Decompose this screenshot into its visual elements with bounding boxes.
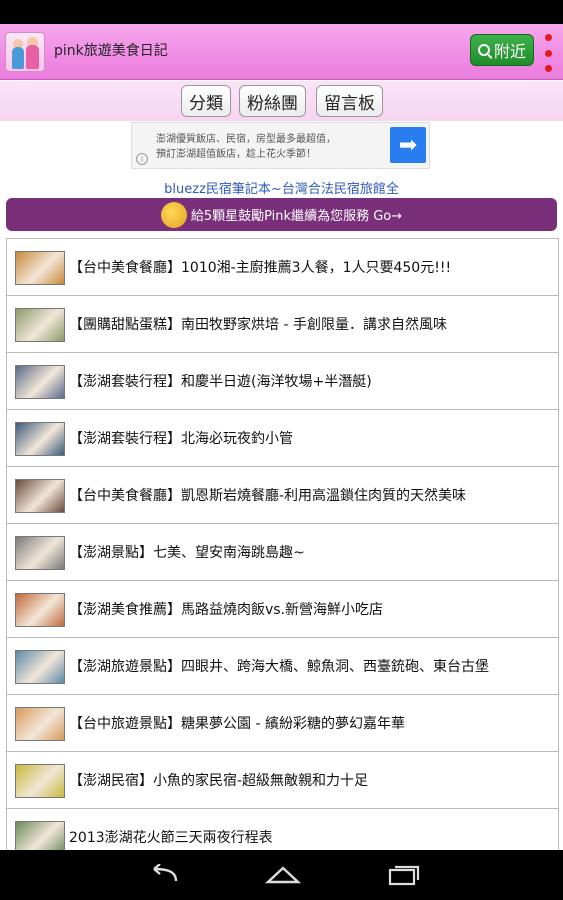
recents-icon[interactable]: [388, 864, 420, 886]
list-item[interactable]: 【澎湖旅遊景點】四眼井、跨海大橋、鯨魚洞、西臺銃砲、東台古堡: [7, 638, 558, 695]
overflow-menu-icon[interactable]: [544, 34, 552, 72]
list-item-title: 【澎湖旅遊景點】四眼井、跨海大橋、鯨魚洞、西臺銃砲、東台古堡: [69, 659, 489, 675]
list-item-title: 【澎湖民宿】小魚的家民宿-超級無敵親和力十足: [69, 773, 369, 789]
system-nav-bar: [0, 850, 563, 900]
thumbnail-image: [15, 821, 65, 850]
ad-banner[interactable]: 澎湖優質飯店、民宿，房型最多最超值， 預訂澎湖超值飯店，趁上花火季節！ i ➡: [131, 122, 430, 169]
thumbnail-image: [15, 422, 65, 456]
thumbnail-image: [15, 251, 65, 285]
app-bar: pink旅遊美食日記 附近: [0, 24, 563, 80]
list-item[interactable]: 【台中旅遊景點】糖果夢公園 - 繽紛彩糖的夢幻嘉年華: [7, 695, 558, 752]
app-title: pink旅遊美食日記: [54, 43, 168, 59]
app-logo-icon[interactable]: [5, 32, 45, 72]
list-item-title: 【台中旅遊景點】糖果夢公園 - 繽紛彩糖的夢幻嘉年華: [69, 716, 405, 732]
list-item[interactable]: 【團購甜點蛋糕】南田牧野家烘培 - 手創限量．講求自然風味: [7, 296, 558, 353]
tab-message-board[interactable]: 留言板: [316, 85, 383, 117]
thumbnail-image: [15, 536, 65, 570]
list-item[interactable]: 【澎湖美食推薦】馬路益燒肉飯vs.新營海鮮小吃店: [7, 581, 558, 638]
list-item-title: 【團購甜點蛋糕】南田牧野家烘培 - 手創限量．講求自然風味: [69, 317, 447, 333]
ad-arrow-icon[interactable]: ➡: [390, 127, 426, 163]
list-item-title: 【澎湖套裝行程】和慶半日遊(海洋牧場+半潛艇): [69, 374, 372, 390]
list-item[interactable]: 【澎湖套裝行程】北海必玩夜釣小管: [7, 410, 558, 467]
thumbnail-image: [15, 479, 65, 513]
list-item[interactable]: 2013澎湖花火節三天兩夜行程表: [7, 809, 558, 850]
ad-line-2: 預訂澎湖超值飯店，趁上花火季節！: [156, 149, 316, 160]
list-item-title: 【澎湖景點】七美、望安南海跳島趣~: [69, 545, 305, 561]
list-item-title: 【澎湖套裝行程】北海必玩夜釣小管: [69, 431, 293, 447]
article-list: 【台中美食餐廳】1010湘-主廚推薦3人餐，1人只要450元!!! 【團購甜點蛋糕…: [6, 238, 559, 850]
thumbnail-image: [15, 650, 65, 684]
list-item[interactable]: 【澎湖民宿】小魚的家民宿-超級無敵親和力十足: [7, 752, 558, 809]
nearby-label: 附近: [493, 42, 526, 61]
list-item-title: 2013澎湖花火節三天兩夜行程表: [69, 830, 273, 846]
back-icon[interactable]: [146, 864, 180, 886]
thumbnail-image: [15, 365, 65, 399]
status-bar: [0, 0, 563, 24]
list-item-title: 【台中美食餐廳】1010湘-主廚推薦3人餐，1人只要450元!!!: [69, 260, 452, 276]
thumbnail-image: [15, 707, 65, 741]
nearby-button[interactable]: 附近: [470, 34, 534, 66]
home-icon[interactable]: [265, 864, 301, 886]
promo-text: 給5顆星鼓勵Pink繼續為您服務 Go→: [190, 209, 403, 224]
ad-info-icon[interactable]: i: [136, 153, 148, 165]
tab-bar: 分類 粉絲團 留言板: [0, 81, 563, 121]
list-item[interactable]: 【澎湖套裝行程】和慶半日遊(海洋牧場+半潛艇): [7, 353, 558, 410]
thumbnail-image: [15, 593, 65, 627]
list-item[interactable]: 【澎湖景點】七美、望安南海跳島趣~: [7, 524, 558, 581]
list-item[interactable]: 【台中美食餐廳】1010湘-主廚推薦3人餐，1人只要450元!!!: [7, 239, 558, 296]
thumbnail-image: [15, 764, 65, 798]
list-item[interactable]: 【台中美食餐廳】凱恩斯岩燒餐廳-利用高溫鎖住肉質的天然美味: [7, 467, 558, 524]
tab-fan-page[interactable]: 粉絲團: [239, 85, 306, 117]
tab-category[interactable]: 分類: [181, 85, 231, 117]
list-item-title: 【澎湖美食推薦】馬路益燒肉飯vs.新營海鮮小吃店: [69, 602, 384, 618]
thumbnail-image: [15, 308, 65, 342]
ad-text-link[interactable]: bluezz民宿筆記本~台灣合法民宿旅館全: [0, 178, 563, 197]
ad-line-1: 澎湖優質飯店、民宿，房型最多最超值，: [156, 134, 336, 145]
thumbs-up-icon: [160, 201, 187, 228]
rate-promo-banner[interactable]: 給5顆星鼓勵Pink繼續為您服務 Go→: [6, 198, 557, 231]
list-item-title: 【台中美食餐廳】凱恩斯岩燒餐廳-利用高溫鎖住肉質的天然美味: [69, 488, 467, 504]
search-icon: [477, 44, 490, 56]
